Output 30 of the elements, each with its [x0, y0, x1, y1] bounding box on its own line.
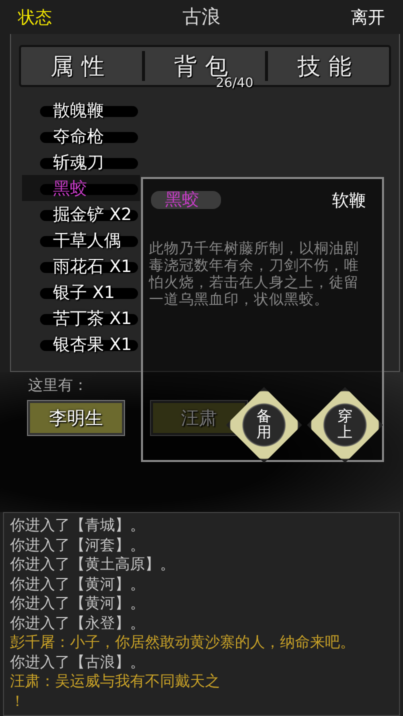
inventory-item[interactable]: 雨花石 X1: [22, 253, 140, 279]
location-title: 古浪: [182, 5, 220, 30]
log-line: 汪肃：吴运威与我有不同戴天之: [10, 672, 221, 692]
tab[interactable]: 属性: [21, 47, 142, 85]
leave-link[interactable]: 离开: [351, 6, 385, 28]
log-line: 你进入了【古浪】。: [10, 652, 146, 672]
inventory-item[interactable]: 夺命枪: [22, 123, 140, 149]
log-line: 你进入了【黄河】。: [10, 594, 146, 614]
inventory-item[interactable]: 银杏果 X1: [22, 331, 140, 357]
inventory-item[interactable]: 斩魂刀: [22, 149, 140, 175]
log-line: 你进入了【黄河】。: [10, 574, 146, 594]
log-line: 你进入了【黄土高原】。: [10, 555, 176, 574]
item-name: 黑蛟: [151, 191, 221, 209]
item-description: 此物乃千年树藤所制，以桐油剧毒浇冠数年有余，刀剑不伤，唯怕火烧，若击在人身之上，徒留一道乌黑血印，状似黑蛟。: [149, 241, 360, 309]
log-line: 你进入了【河套】。: [10, 536, 146, 555]
item-type: 软鞭: [332, 190, 366, 212]
inventory-item[interactable]: 银子 X1: [22, 279, 140, 305]
inventory-item[interactable]: 散魄鞭: [22, 97, 140, 123]
status-link[interactable]: 状态: [18, 6, 52, 28]
log-line: 你进入了【永登】。: [10, 614, 146, 633]
npc-button[interactable]: 李明生: [28, 401, 124, 435]
tab[interactable]: 技能: [268, 47, 390, 85]
inventory-item[interactable]: 黑蛟: [22, 175, 140, 201]
inventory-item[interactable]: 掘金铲 X2: [22, 201, 140, 227]
log-line: 彭千屠：小子，你居然敢动黄沙寨的人，纳命来吧。: [10, 633, 356, 652]
inventory-item[interactable]: 苦丁茶 X1: [22, 305, 140, 331]
inventory-item[interactable]: 干草人偶: [22, 227, 140, 253]
nearby-label: 这里有：: [28, 376, 89, 395]
log-line: 你进入了【青城】。: [10, 516, 146, 536]
log-line: ！: [10, 692, 26, 711]
